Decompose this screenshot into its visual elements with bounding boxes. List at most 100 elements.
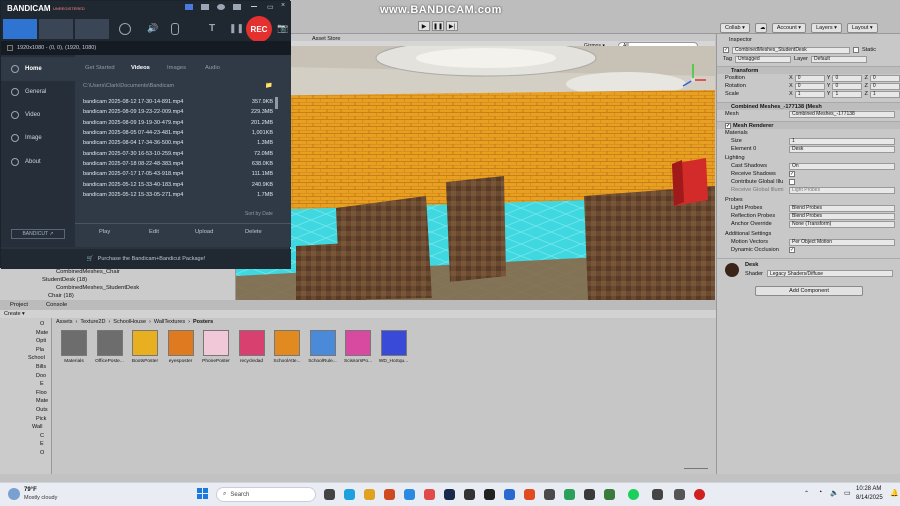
mesh-renderer-checkbox[interactable]: ✓ [725, 122, 731, 129]
cast-shadows-dropdown[interactable]: On [789, 162, 895, 170]
anchor-override-field[interactable]: None (Transform) [789, 220, 895, 228]
asset-item[interactable]: WD_HoSqu... [378, 330, 410, 364]
lighting-foldout[interactable]: Lighting [717, 154, 900, 162]
light-probes-dropdown[interactable]: Blend Probes [789, 204, 895, 212]
probes-foldout[interactable]: Probes [717, 196, 900, 204]
vscode-icon[interactable] [504, 489, 515, 500]
microphone-icon[interactable] [171, 23, 179, 35]
store-icon[interactable] [384, 489, 395, 500]
task-view-icon[interactable] [324, 489, 335, 500]
tree-item[interactable]: O [4, 449, 48, 458]
mail-icon[interactable] [404, 489, 415, 500]
cloud-icon[interactable]: ☁ [754, 23, 767, 33]
weather-temp[interactable]: 79°F [24, 487, 37, 493]
camera-icon[interactable]: 📷 [277, 23, 288, 34]
rec-button[interactable]: REC [246, 16, 272, 42]
clock-date[interactable]: 8/14/2025 [856, 495, 883, 501]
asset-item[interactable]: SchoolAtte... [271, 330, 303, 364]
tab-audio[interactable]: Audio [205, 65, 220, 71]
receive-shadows-checkbox[interactable]: ✓ [789, 171, 795, 177]
file-explorer-icon[interactable] [364, 489, 375, 500]
pause-button[interactable]: ❚❚ [432, 21, 444, 31]
step-button[interactable]: ▶| [446, 21, 458, 31]
sidebar-item-home[interactable]: Home [1, 57, 75, 81]
sidebar-item-image[interactable]: Image [1, 126, 75, 150]
tree-item[interactable]: Mate [4, 329, 48, 338]
asset-item[interactable]: eyesposter [165, 330, 197, 364]
screen-mode-button[interactable] [3, 19, 37, 39]
tree-item[interactable]: C [4, 432, 48, 441]
app-icon[interactable] [674, 489, 685, 500]
add-component-button[interactable]: Add Component [755, 286, 863, 296]
close-icon[interactable]: × [281, 2, 285, 9]
lock-icon[interactable] [185, 4, 193, 10]
file-row[interactable]: bandicam 2025-05-12 15-33-05-271.mp4 1.7M… [83, 190, 273, 200]
play-button[interactable]: ▶ [418, 21, 430, 31]
tree-item[interactable]: Outs [4, 406, 48, 415]
mesh-field[interactable]: Combined Meshes_-177138 [789, 110, 895, 118]
active-checkbox[interactable]: ✓ [723, 47, 729, 53]
sidebar-item-general[interactable]: General [1, 80, 75, 104]
sidebar-item-about[interactable]: About [1, 150, 75, 174]
maximize-icon[interactable]: ▭ [267, 3, 274, 11]
asset-item[interactable]: BootsPoster [129, 330, 161, 364]
gear-icon[interactable] [217, 4, 225, 10]
shader-dropdown[interactable]: Legacy Shaders/Diffuse [767, 270, 893, 277]
file-list-scrollbar[interactable] [275, 97, 278, 109]
sidebar-item-video[interactable]: Video [1, 103, 75, 127]
tab-inspector[interactable]: Inspector [717, 36, 900, 44]
layers-button[interactable]: Layers ▾ [811, 23, 842, 33]
object-name-field[interactable]: CombinedMeshes_StudentDesk [732, 46, 850, 54]
tab-project[interactable]: Project [10, 302, 28, 308]
materials-foldout[interactable]: Materials [717, 129, 900, 137]
terminal-icon[interactable] [584, 489, 595, 500]
asset-item[interactable]: Materials [58, 330, 90, 364]
file-row[interactable]: bandicam 2025-07-18 08-22-48-383.mp4 638.… [83, 159, 273, 169]
sort-dropdown[interactable]: Sort by Date [245, 211, 273, 217]
asset-item[interactable]: PhonePoster [200, 330, 232, 364]
tree-item[interactable]: Opti [4, 337, 48, 346]
scale-y[interactable]: 1 [832, 90, 863, 98]
pause-icon[interactable]: ❚❚ [229, 23, 244, 34]
tag-dropdown[interactable]: Untagged [735, 55, 792, 63]
static-checkbox[interactable] [853, 47, 859, 53]
transform-header[interactable]: Transform [717, 66, 900, 74]
game-mode-button[interactable] [75, 19, 109, 39]
reflection-probes-dropdown[interactable]: Blend Probes [789, 212, 895, 220]
minecraft-icon[interactable] [604, 489, 615, 500]
position-x[interactable]: 0 [794, 74, 825, 82]
collab-button[interactable]: Collab ▾ [720, 23, 750, 33]
hierarchy-item[interactable]: StudentDesk (18) [0, 276, 236, 284]
region-checkbox[interactable] [7, 45, 13, 51]
mesh-filter-header[interactable]: Combined Meshes_-177138 (Mesh [717, 102, 900, 110]
upload-button[interactable]: Upload [195, 229, 213, 235]
file-row[interactable]: bandicam 2025-08-09 19-19-30-479.mp4 201.… [83, 118, 273, 128]
asset-item[interactable]: OfficePoste... [94, 330, 126, 364]
breadcrumb-item[interactable]: Posters [193, 319, 213, 325]
edit-button[interactable]: Edit [149, 229, 159, 235]
hierarchy-item[interactable]: Chair (18) [0, 292, 236, 300]
tab-console[interactable]: Console [46, 302, 67, 308]
asset-item[interactable]: ScissorsPo... [342, 330, 374, 364]
scale-x[interactable]: 1 [794, 90, 825, 98]
volume-icon[interactable]: 🔈 [830, 489, 839, 497]
tree-item[interactable]: Floo [4, 389, 48, 398]
account-button[interactable]: Account ▾ [771, 23, 807, 33]
android-icon[interactable] [564, 489, 575, 500]
file-row[interactable]: bandicam 2025-08-09 19-23-22-009.mp4 229.… [83, 107, 273, 117]
create-dropdown[interactable]: Create ▾ [4, 311, 25, 317]
file-row[interactable]: bandicam 2025-05-12 15-33-40-183.mp4 240.… [83, 179, 273, 189]
file-row[interactable]: bandicam 2025-08-12 17-30-14-891.mp4 357.… [83, 97, 273, 107]
clock-time[interactable]: 10:28 AM [856, 486, 881, 492]
start-button[interactable] [197, 488, 209, 500]
unity-icon[interactable] [484, 489, 495, 500]
delete-button[interactable]: Delete [245, 229, 262, 235]
tab-images[interactable]: Images [167, 65, 186, 71]
media-icon[interactable] [652, 489, 663, 500]
bandicut-button[interactable]: BANDICUT ↗ [11, 229, 65, 239]
hierarchy-item[interactable]: CombinedMeshes_StudentDesk [0, 284, 236, 292]
layout-button[interactable]: Layout ▾ [846, 23, 878, 33]
receive-gi-dropdown[interactable]: Light Probes [789, 186, 895, 194]
chevron-up-icon[interactable]: ⌃ [804, 490, 809, 497]
open-folder-icon[interactable]: 📁 [265, 82, 272, 89]
